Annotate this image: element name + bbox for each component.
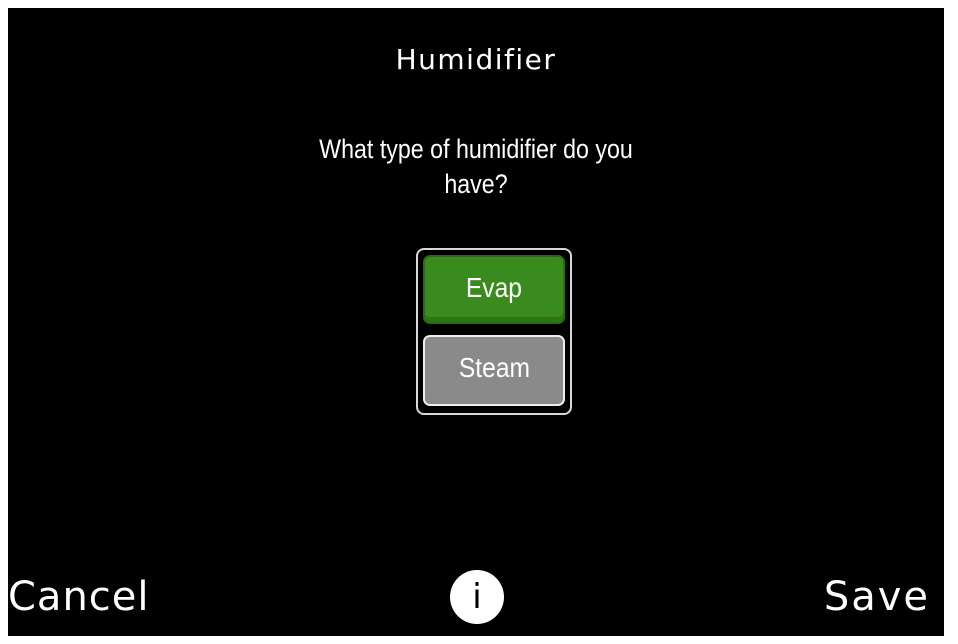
option-evap-label: Evap: [465, 272, 523, 303]
page-title: Humidifier: [395, 43, 557, 76]
info-icon: i: [472, 577, 482, 617]
question-text: What type of humidifier do you have?: [261, 132, 691, 202]
option-evap-button[interactable]: Evap: [423, 255, 565, 324]
cancel-button[interactable]: Cancel: [8, 572, 150, 622]
thermostat-screen: Humidifier What type of humidifier do yo…: [8, 8, 944, 636]
save-button[interactable]: Save: [824, 572, 930, 622]
question-line-1: What type of humidifier do you: [319, 134, 633, 164]
info-button[interactable]: i: [450, 570, 504, 624]
option-steam-label: Steam: [458, 352, 530, 383]
question-line-2: have?: [444, 169, 508, 199]
option-steam-button[interactable]: Steam: [423, 335, 565, 406]
humidifier-type-selector: Evap Steam: [416, 248, 572, 415]
